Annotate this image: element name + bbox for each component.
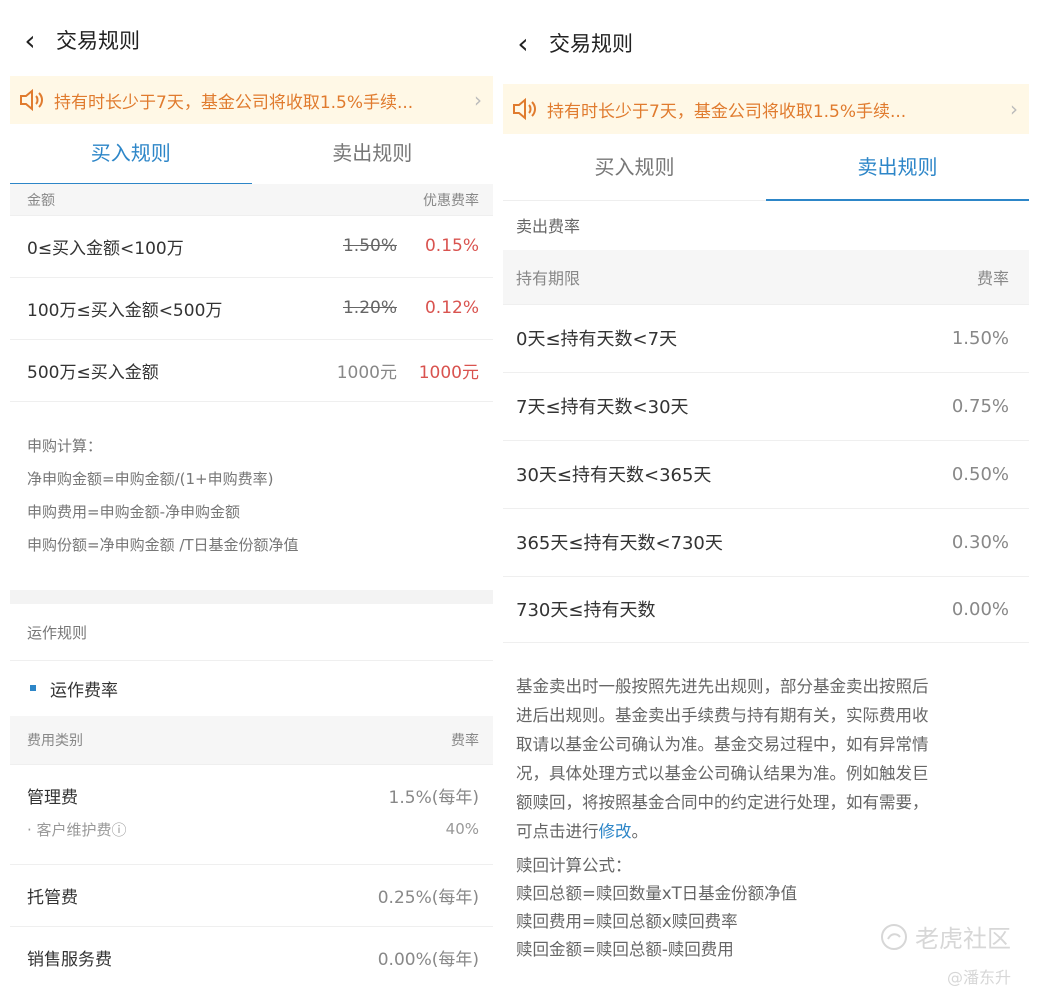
fee-rate: 1.5%(每年) [388,787,479,808]
table-row: 100万≤买入金额<500万 1.20% 0.12% [10,277,493,340]
right-header: ‹ 交易规则 [503,0,1029,86]
original-rate: 1.20% [342,298,397,318]
fee-table-header: 金额 优惠费率 [10,184,493,216]
watermark-brand-text: 老虎社区 [915,925,1011,953]
header-holding-period: 持有期限 [516,269,581,288]
calc-line: 申购费用=申购金额-净申购金额 [27,503,240,521]
sell-rate: 0.00% [951,598,1009,620]
discount-rate: 0.12% [424,298,479,318]
paragraph-line: 基金卖出时一般按照先进先出规则，部分基金卖出按照后 [516,677,929,696]
paragraph-line: 况，具体处理方式以基金公司确认结果为准。例如触发巨 [516,764,929,783]
fee-name: 管理费 [27,787,78,808]
ops-section-title: 运作规则 [10,604,493,661]
holding-period: 730天≤持有天数 [516,600,656,621]
holding-period: 7天≤持有天数<30天 [516,397,689,418]
notice-text: 持有时长少于7天，基金公司将收取1.5%手续... [547,101,907,122]
sell-rate: 0.50% [951,463,1009,485]
left-header: ‹ 交易规则 [10,0,493,80]
table-row: 托管费 0.25%(每年) [10,864,493,927]
table-row: 0天≤持有天数<7天 1.50% [503,304,1029,373]
table-row: 7天≤持有天数<30天 0.75% [503,372,1029,441]
right-tabs: 买入规则 卖出规则 [503,134,1029,201]
ops-subsection: 运作费率 [10,660,493,716]
sell-rules-paragraph: 基金卖出时一般按照先进先出规则，部分基金卖出按照后 进后出规则。基金卖出手续费与… [503,672,1029,846]
table-row: 销售服务费 0.00%(每年) [10,926,493,988]
left-tabs: 买入规则 卖出规则 [10,124,493,185]
tab-buy-rules[interactable]: 买入规则 [503,134,766,200]
fee-subname[interactable]: · 客户维护费ⓘ [10,819,446,840]
paragraph-line: 额赎回，将按照基金合同中的约定进行处理，如有需要， [516,793,929,812]
notice-bar[interactable]: 持有时长少于7天，基金公司将收取1.5%手续... › [10,76,493,124]
modify-link[interactable]: 修改 [599,822,632,841]
tab-sell-rules[interactable]: 卖出规则 [766,134,1029,201]
sell-rate: 1.50% [951,327,1009,349]
fee-subrate: 40% [445,820,479,838]
tab-sell-rules[interactable]: 卖出规则 [252,124,494,184]
purchase-calc: 申购计算： 净申购金额=申购金额/(1+申购费率) 申购费用=申购金额-净申购金… [10,430,493,562]
fee-rate: 0.00%(每年) [377,949,479,970]
section-divider [10,590,493,604]
sell-rate: 0.30% [951,531,1009,553]
left-panel: ‹ 交易规则 持有时长少于7天，基金公司将收取1.5%手续... › 买入规则 … [10,0,493,998]
brand-logo-icon [881,923,907,950]
header-rate: 费率 [451,733,479,749]
table-row: 0≤买入金额<100万 1.50% 0.15% [10,215,493,278]
formula-title: 赎回计算公式： [516,856,632,875]
paragraph-suffix: 。 [631,822,649,841]
table-row: 365天≤持有天数<730天 0.30% [503,508,1029,577]
fee-rate: 0.25%(每年) [377,887,479,908]
paragraph-line: 进后出规则。基金卖出手续费与持有期有关，实际费用收 [516,706,929,725]
page-title: 交易规则 [56,29,140,53]
watermark-user: @潘东升 [946,968,1011,987]
holding-period: 0天≤持有天数<7天 [516,329,678,350]
bullet-icon [30,685,36,691]
paragraph-prefix: 可点击进行 [516,822,599,841]
calc-line: 申购份额=净申购金额 /T日基金份额净值 [27,536,299,554]
header-rate: 费率 [976,269,1009,288]
discount-rate: 0.15% [424,236,479,256]
watermark-brand: 老虎社区 [879,919,1011,954]
sell-fee-title: 卖出费率 [503,200,1029,250]
original-fee: 1000元 [336,362,397,383]
discount-fee: 1000元 [418,362,479,383]
speaker-icon [10,88,54,112]
ops-title-text: 运作规则 [27,623,88,642]
tab-buy-rules[interactable]: 买入规则 [10,124,252,185]
amount-range: 500万≤买入金额 [27,362,159,383]
notice-bar[interactable]: 持有时长少于7天，基金公司将收取1.5%手续... › [503,84,1029,134]
fee-name: 托管费 [27,887,78,908]
chevron-right-icon: › [1010,97,1018,121]
table-row: 管理费 1.5%(每年) · 客户维护费ⓘ 40% [10,764,493,865]
table-row: 30天≤持有天数<365天 0.50% [503,440,1029,509]
page-title: 交易规则 [549,32,633,56]
fee-name: 销售服务费 [27,949,112,970]
sell-fee-title-text: 卖出费率 [516,217,581,236]
table-row: 730天≤持有天数 0.00% [503,576,1029,643]
holding-period: 365天≤持有天数<730天 [516,533,723,554]
right-panel: ‹ 交易规则 持有时长少于7天，基金公司将收取1.5%手续... › 买入规则 … [503,0,1029,998]
amount-range: 0≤买入金额<100万 [27,238,184,259]
header-discount-rate: 优惠费率 [423,192,479,209]
formula-line: 赎回总额=赎回数量xT日基金份额净值 [516,884,798,903]
back-arrow-icon[interactable]: ‹ [10,24,50,57]
header-amount: 金额 [27,192,55,209]
table-row: 500万≤买入金额 1000元 1000元 [10,339,493,402]
back-arrow-icon[interactable]: ‹ [503,27,543,60]
calc-title: 申购计算： [27,437,103,455]
chevron-right-icon: › [474,88,482,112]
amount-range: 100万≤买入金额<500万 [27,300,223,321]
speaker-icon [503,97,547,121]
ops-subsection-text: 运作费率 [50,680,118,701]
sell-table-header: 持有期限 费率 [503,250,1029,305]
ops-table-header: 费用类别 费率 [10,716,493,765]
original-rate: 1.50% [342,236,397,256]
header-fee-type: 费用类别 [27,733,83,749]
paragraph-last-line: 可点击进行修改。 [516,817,1029,846]
notice-text: 持有时长少于7天，基金公司将收取1.5%手续... [54,92,414,113]
sell-rate: 0.75% [951,395,1009,417]
calc-line: 净申购金额=申购金额/(1+申购费率) [27,470,274,488]
holding-period: 30天≤持有天数<365天 [516,465,712,486]
paragraph-line: 取请以基金公司确认为准。基金交易过程中，如有异常情 [516,735,929,754]
